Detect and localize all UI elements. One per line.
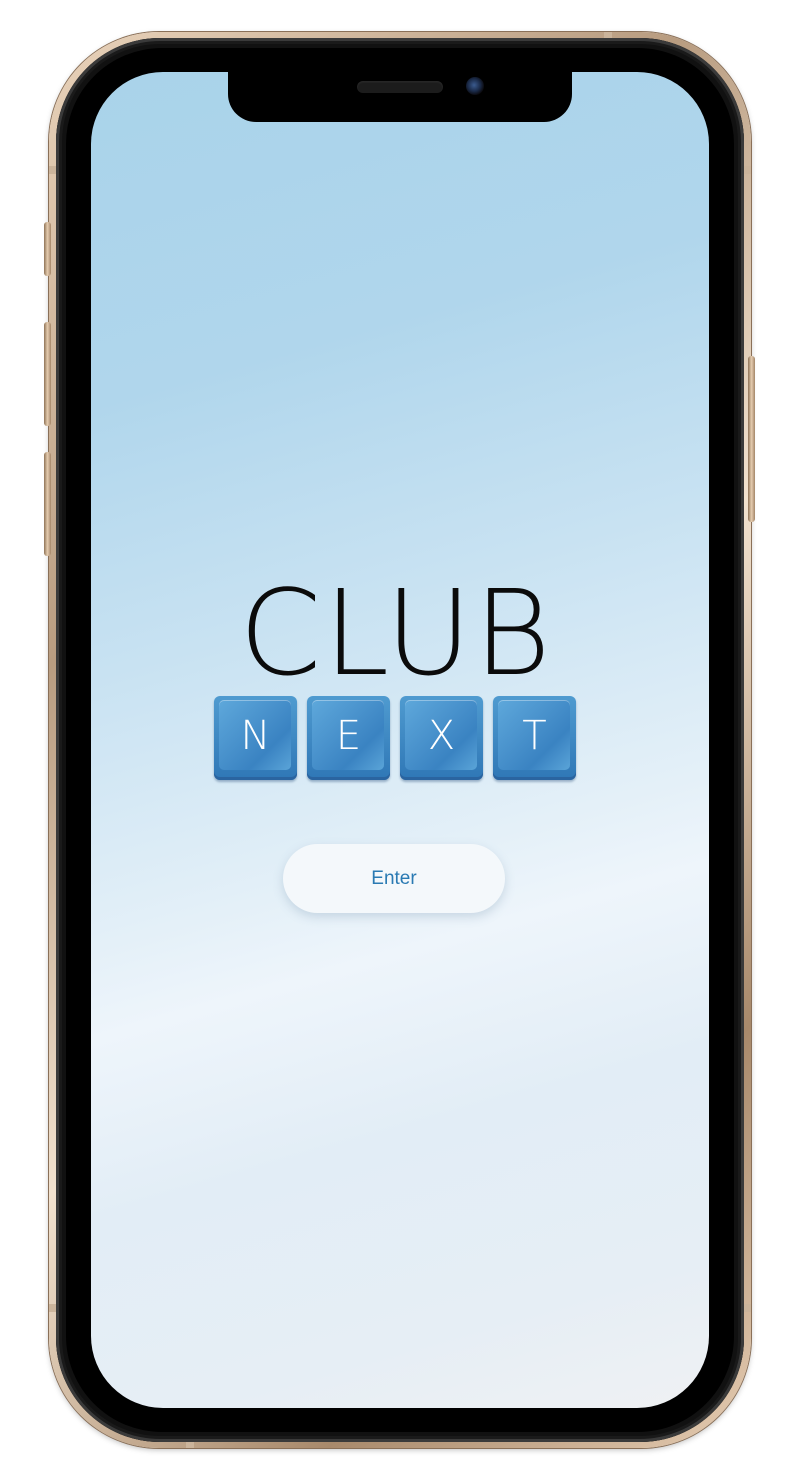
silent-switch bbox=[44, 222, 51, 276]
volume-up-button bbox=[44, 322, 51, 426]
logo-tile-letter: T bbox=[522, 713, 547, 759]
device-mockup: CLUB N E X T Enter bbox=[0, 0, 804, 1478]
logo-tile-letter: E bbox=[335, 713, 362, 759]
logo-tile: X bbox=[400, 696, 483, 780]
logo-tile: E bbox=[307, 696, 390, 780]
logo-tile: T bbox=[493, 696, 576, 780]
logo-tile-letter: X bbox=[427, 713, 456, 759]
logo-tile-letter: N bbox=[240, 713, 271, 759]
volume-down-button bbox=[44, 452, 51, 556]
earpiece-speaker-icon bbox=[357, 81, 443, 93]
power-button bbox=[748, 356, 755, 522]
notch bbox=[228, 72, 572, 122]
front-camera-icon bbox=[466, 77, 484, 95]
logo-tile: N bbox=[214, 696, 297, 780]
logo-next-tiles: N E X T bbox=[214, 696, 576, 782]
logo-club-wordmark: CLUB bbox=[239, 564, 553, 702]
enter-button[interactable]: Enter bbox=[283, 844, 505, 913]
